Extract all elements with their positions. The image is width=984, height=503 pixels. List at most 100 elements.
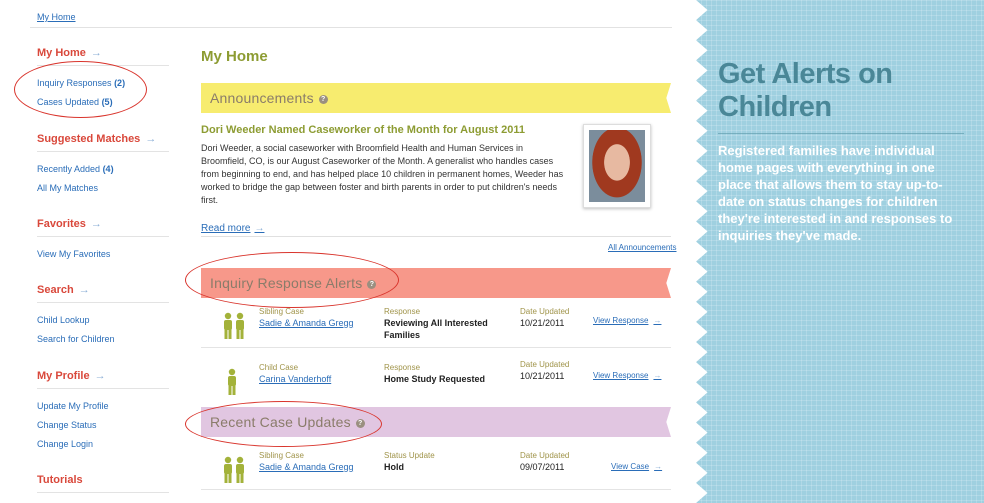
status-label: Status Update (384, 451, 435, 460)
banner-label: Announcements (210, 90, 314, 106)
sidebar-section-favorites: Favorites → View My Favorites (37, 218, 169, 264)
case-type: Child Case (259, 363, 299, 372)
sidebar-divider (37, 388, 169, 389)
sidebar-link-recently-added[interactable]: Recently Added (4) (37, 160, 169, 179)
arrow-right-icon: → (90, 218, 102, 230)
action-label: View Case (611, 462, 650, 471)
sidebar-heading-label: Favorites (37, 218, 86, 230)
announcements-banner: Announcements? (201, 83, 671, 113)
sidebar-heading-my-profile[interactable]: My Profile → (37, 370, 169, 382)
arrow-right-icon: → (653, 371, 662, 380)
sidebar-link-all-my-matches[interactable]: All My Matches (37, 179, 169, 198)
action-label: View Response (593, 316, 649, 325)
row-divider (201, 489, 671, 490)
arrow-right-icon: → (254, 223, 265, 234)
child-icon (228, 368, 236, 395)
news-title: Dori Weeder Named Caseworker of the Mont… (201, 124, 525, 136)
action-label: View Response (593, 371, 649, 380)
case-name-link[interactable]: Sadie & Amanda Gregg (259, 461, 354, 473)
view-response-link[interactable]: View Response → (593, 316, 661, 325)
help-icon[interactable]: ? (318, 95, 328, 104)
sidebar-section-suggested-matches: Suggested Matches → Recently Added (4) Al… (37, 133, 169, 198)
date-label: Date Updated (520, 307, 570, 316)
arrow-right-icon: → (653, 316, 662, 325)
response-value: Reviewing All Interested Families (384, 318, 488, 340)
case-column: Child Case Carina Vanderhoff (259, 362, 331, 385)
sidebar-heading-tutorials[interactable]: Tutorials (37, 474, 169, 486)
date-column: Date Updated 10/21/2011 (520, 306, 569, 329)
sidebar-link-change-login[interactable]: Change Login (37, 435, 169, 454)
table-row: Sibling Case Sadie & Amanda Gregg Respon… (201, 306, 671, 356)
sidebar-section-search: Search → Child Lookup Search for Children (37, 284, 169, 349)
sidebar-heading-favorites[interactable]: Favorites → (37, 218, 169, 230)
sidebar-heading-suggested-matches[interactable]: Suggested Matches → (37, 133, 169, 145)
read-more-label: Read more (201, 223, 251, 234)
response-column: Response Home Study Requested (384, 362, 509, 385)
announcements-divider (201, 236, 671, 237)
arrow-right-icon: → (145, 133, 157, 145)
sidebar-section-tutorials: Tutorials (37, 474, 169, 501)
promo-body: Registered families have individual home… (718, 143, 953, 243)
siblings-icon (224, 312, 244, 339)
promo-panel: Get Alerts on Children Registered famili… (696, 0, 984, 503)
arrow-right-icon: → (78, 284, 90, 296)
case-type: Sibling Case (259, 451, 304, 460)
sidebar-divider (37, 302, 169, 303)
arrow-right-icon: → (90, 47, 102, 59)
highlight-circle-inquiry (185, 252, 399, 308)
sidebar-heading-label: Suggested Matches (37, 133, 141, 145)
caseworker-photo (583, 124, 651, 208)
response-label: Response (384, 363, 421, 372)
all-announcements-link[interactable]: All Announcements (608, 243, 677, 252)
case-name-link[interactable]: Sadie & Amanda Gregg (259, 317, 354, 329)
sidebar-link-label: Recently Added (37, 164, 101, 174)
promo-divider (718, 133, 964, 134)
announcements-heading: Announcements? (210, 90, 328, 106)
sidebar-link-child-lookup[interactable]: Child Lookup (37, 311, 169, 330)
date-value: 09/07/2011 (520, 462, 565, 472)
sidebar-heading-my-home[interactable]: My Home → (37, 47, 169, 59)
response-value: Home Study Requested (384, 374, 486, 384)
siblings-icon (224, 456, 244, 483)
case-column: Sibling Case Sadie & Amanda Gregg (259, 306, 354, 329)
sidebar-heading-search[interactable]: Search → (37, 284, 169, 296)
arrow-right-icon: → (654, 462, 663, 471)
case-name-link[interactable]: Carina Vanderhoff (259, 373, 331, 385)
page-title: My Home (201, 48, 268, 65)
sidebar-divider (37, 492, 169, 493)
portrait-image (589, 130, 645, 202)
breadcrumb-my-home[interactable]: My Home (37, 12, 76, 22)
status-value: Hold (384, 462, 404, 472)
sidebar-link-count: (4) (102, 164, 114, 174)
view-response-link[interactable]: View Response → (593, 371, 661, 380)
sidebar-divider (37, 151, 169, 152)
highlight-circle-recent (185, 401, 382, 447)
date-label: Date Updated (520, 451, 570, 460)
date-column: Date Updated 09/07/2011 (520, 450, 569, 473)
sidebar-link-view-my-favorites[interactable]: View My Favorites (37, 245, 169, 264)
sidebar-link-search-for-children[interactable]: Search for Children (37, 330, 169, 349)
sidebar-heading-label: My Profile (37, 370, 90, 382)
highlight-circle-sidebar (14, 61, 147, 118)
response-column: Response Reviewing All Interested Famili… (384, 306, 509, 341)
table-row: Sibling Case Sadie & Amanda Gregg Status… (201, 450, 671, 500)
news-body: Dori Weeder, a social caseworker with Br… (201, 143, 564, 205)
top-divider (30, 27, 672, 28)
sidebar-link-update-my-profile[interactable]: Update My Profile (37, 397, 169, 416)
date-value: 10/21/2011 (520, 318, 565, 328)
status-column: Status Update Hold (384, 450, 509, 473)
sidebar-section-my-profile: My Profile → Update My Profile Change Sta… (37, 370, 169, 454)
sidebar-heading-label: My Home (37, 47, 86, 59)
view-case-link[interactable]: View Case → (611, 462, 662, 471)
promo-title: Get Alerts on Children (718, 58, 893, 123)
arrow-right-icon: → (94, 370, 106, 382)
date-column: Date Updated 10/21/2011 (520, 359, 569, 382)
date-value: 10/21/2011 (520, 371, 565, 381)
case-column: Sibling Case Sadie & Amanda Gregg (259, 450, 354, 473)
main-page: My Home My Home → Inquiry Responses (2) C… (0, 0, 696, 503)
row-divider (201, 347, 671, 348)
sidebar-link-change-status[interactable]: Change Status (37, 416, 169, 435)
response-label: Response (384, 307, 421, 316)
read-more-link[interactable]: Read more → (201, 223, 264, 234)
sidebar-heading-label: Search (37, 284, 74, 296)
